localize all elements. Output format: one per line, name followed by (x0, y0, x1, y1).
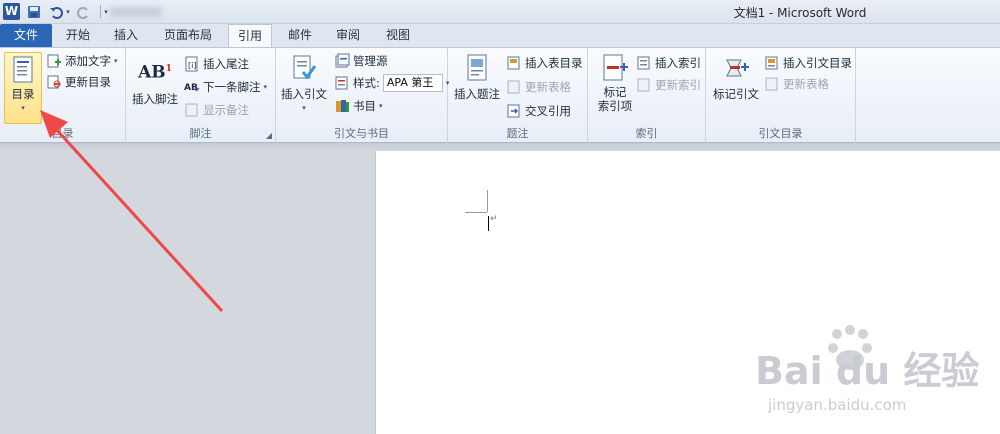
watermark-brand-text: Bai du 经验 (755, 349, 979, 393)
watermark-url: jingyan.baidu.com (767, 396, 906, 414)
baidu-watermark: Bai du 经验 jingyan.baidu.com (755, 325, 979, 414)
